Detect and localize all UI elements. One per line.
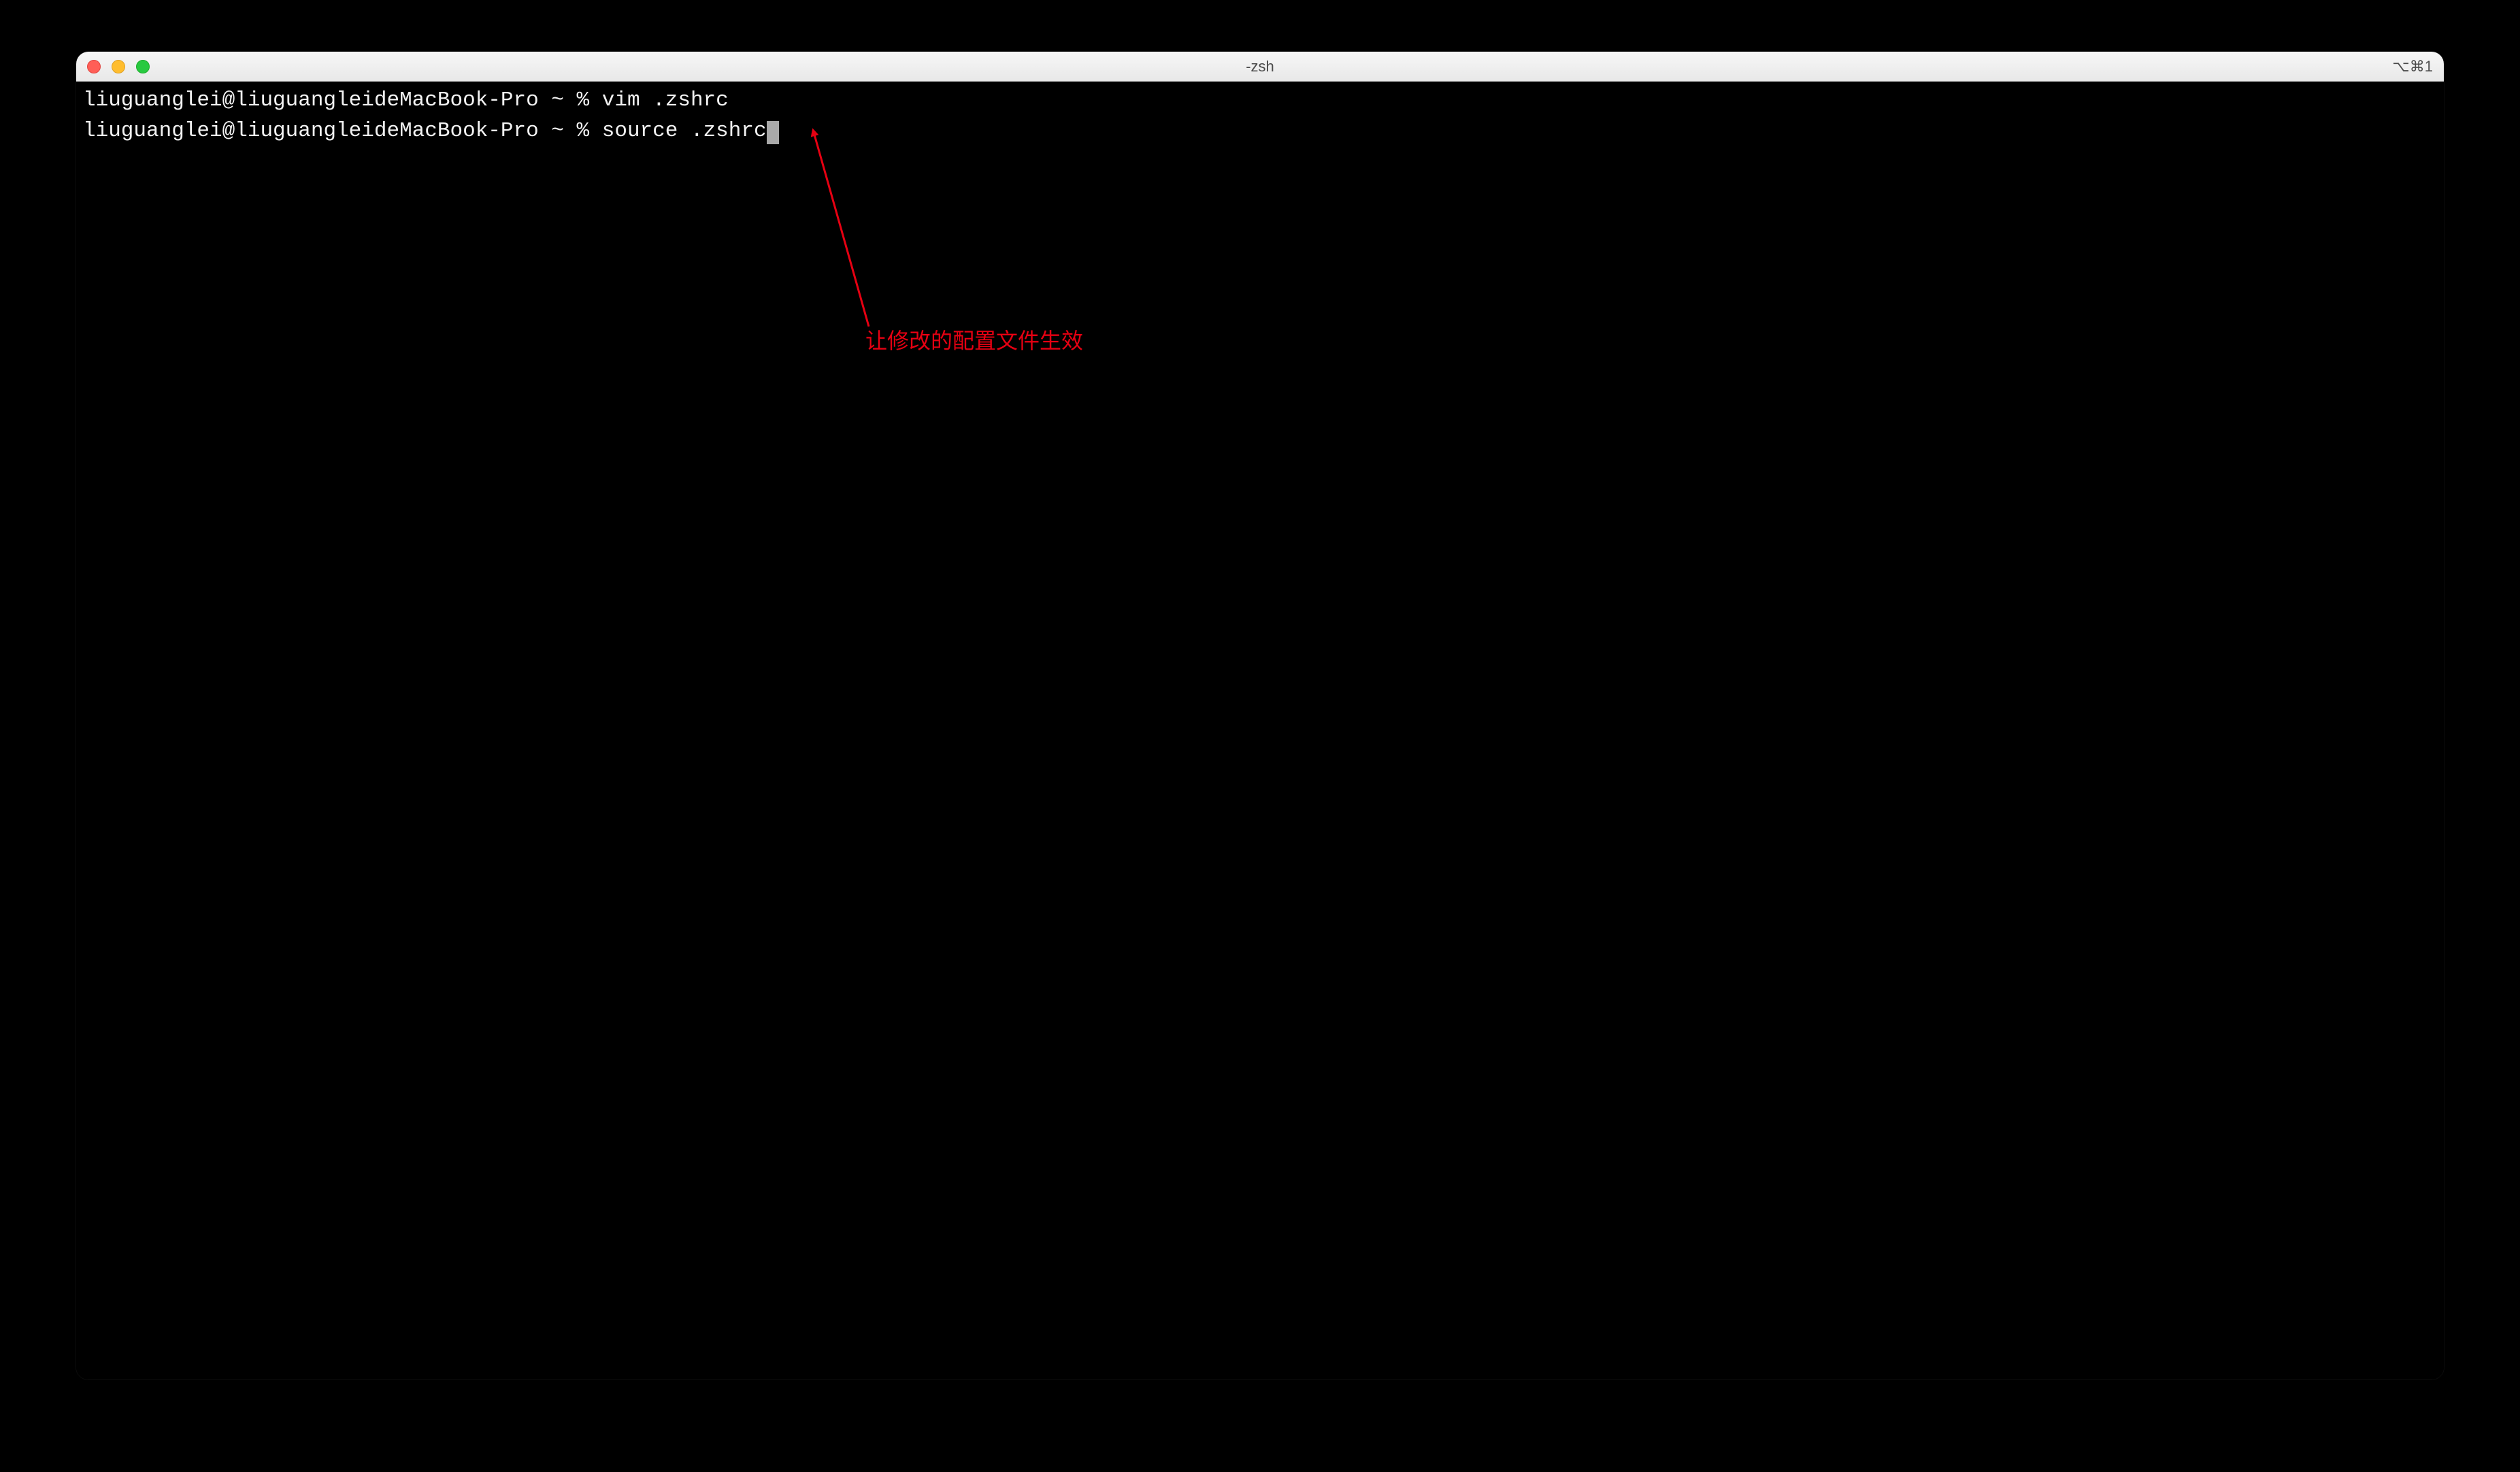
- minimize-button[interactable]: [112, 60, 125, 73]
- terminal-line: liuguanglei@liuguangleideMacBook-Pro ~ %…: [83, 86, 2437, 116]
- annotation-text: 让修改的配置文件生效: [865, 325, 1083, 356]
- annotation-arrow-icon: [804, 122, 899, 340]
- terminal-window: -zsh ⌥⌘1 liuguanglei@liuguangleideMacBoo…: [76, 52, 2444, 1379]
- terminal-body[interactable]: liuguanglei@liuguangleideMacBook-Pro ~ %…: [76, 82, 2444, 1379]
- title-bar: -zsh ⌥⌘1: [76, 52, 2444, 82]
- prompt-text: liuguanglei@liuguangleideMacBook-Pro ~ %: [83, 119, 602, 143]
- cursor-icon: [767, 121, 779, 144]
- terminal-line: liuguanglei@liuguangleideMacBook-Pro ~ %…: [83, 116, 2437, 147]
- close-button[interactable]: [87, 60, 101, 73]
- command-text: vim .zshrc: [602, 88, 729, 112]
- window-shortcut: ⌥⌘1: [2392, 58, 2433, 76]
- command-text: source .zshrc: [602, 119, 767, 143]
- prompt-text: liuguanglei@liuguangleideMacBook-Pro ~ %: [83, 88, 602, 112]
- traffic-lights: [87, 60, 150, 73]
- maximize-button[interactable]: [136, 60, 150, 73]
- window-title: -zsh: [1246, 58, 1274, 76]
